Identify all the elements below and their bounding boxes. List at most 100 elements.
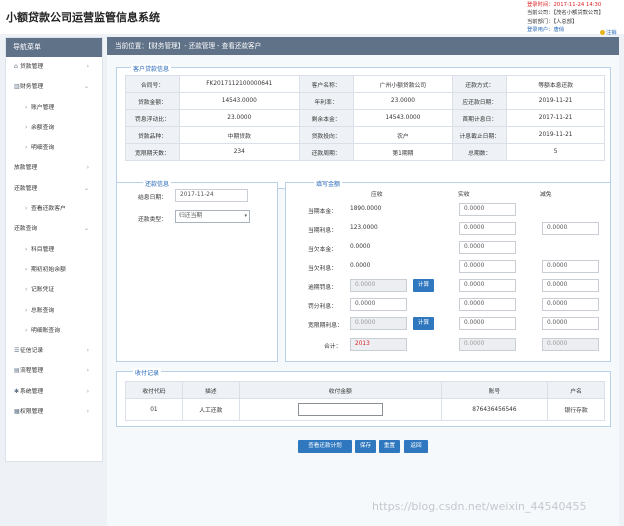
actual-input[interactable]: 0.0000: [459, 241, 516, 254]
view-plan-button[interactable]: 查看还款计划: [298, 440, 352, 453]
amount-row-label: 逾期罚息：: [308, 285, 337, 291]
calculate-button[interactable]: 计算: [413, 279, 434, 292]
due-value: 1890.0000: [350, 206, 382, 212]
field-value: 广州小额贷款公司: [352, 75, 454, 93]
interest-date-input[interactable]: 2017-11-24: [175, 189, 248, 202]
back-button[interactable]: 返回: [404, 440, 428, 453]
field-value: 14543.0000: [178, 92, 300, 110]
amount-row-label: 当期利息：: [308, 228, 337, 234]
sidebar-item-opening-balance[interactable]: › 期初初始余额: [6, 260, 102, 280]
table-row: 贷款金额： 14543.0000 年利率： 23.0000 应还款日期： 2019-11-…: [125, 92, 605, 110]
sidebar-item-label: 期初初始余额: [31, 266, 66, 273]
reset-button[interactable]: 重置: [379, 440, 400, 453]
waive-input[interactable]: 0.0000: [542, 222, 599, 235]
table-row: 罚息浮动比： 23.0000 剩余本金： 14543.0000 首期计息日： 2017-1…: [125, 109, 605, 127]
sidebar-item-credit[interactable]: ☰ 征信记录 ›: [6, 341, 102, 361]
sidebar-item-repay-query[interactable]: 还款查询 ⌄: [6, 219, 102, 239]
table-cell: 876436456546: [440, 398, 549, 421]
chevron-right-icon: ›: [86, 63, 89, 70]
field-value: 2019-11-21: [506, 126, 605, 144]
amount-row-label: 当期本金：: [308, 209, 337, 215]
field-value: FK2017112100000641: [178, 75, 300, 93]
sidebar-item-label: 记账凭证: [31, 287, 55, 294]
column-header: 账号: [440, 381, 549, 399]
sidebar-item-account[interactable]: › 账户管理: [6, 98, 102, 118]
total-due: 2013: [350, 338, 407, 351]
chevron-right-icon: ›: [86, 347, 89, 355]
waive-input[interactable]: 0.0000: [542, 298, 599, 311]
sidebar-item-label: 查看还款客户: [31, 206, 66, 213]
payment-record-panel: 收付记录 收付代码 描述 收付金额 账号 户名 01 人工还款 876436456546 银行…: [116, 368, 611, 427]
sidebar-item-permission[interactable]: ▦ 权限管理 ›: [6, 402, 102, 422]
repay-type-value: 归还当期: [179, 213, 203, 219]
actual-input[interactable]: 0.0000: [459, 317, 516, 330]
sidebar-item-balance[interactable]: › 余额查询: [6, 118, 102, 138]
grid-icon: ▦: [14, 408, 20, 416]
waive-input[interactable]: 0.0000: [542, 317, 599, 330]
actual-input[interactable]: 0.0000: [459, 298, 516, 311]
save-button[interactable]: 保存: [355, 440, 376, 453]
sidebar-item-workflow[interactable]: ▤ 流程管理 ›: [6, 361, 102, 381]
sidebar-item-ledger[interactable]: › 总账查询: [6, 301, 102, 321]
repay-type-select[interactable]: 归还当期 ▾: [175, 210, 250, 223]
sidebar-item-label: 总账查询: [31, 307, 55, 314]
field-value: 23.0000: [352, 92, 454, 110]
table-row: 合同号： FK2017112100000641 客户名称： 广州小额贷款公司 还款方式：…: [125, 75, 605, 93]
sidebar-item-detail-ledger[interactable]: › 明细账查询: [6, 321, 102, 341]
chevron-right-icon: ›: [86, 387, 89, 395]
field-label: 合同号：: [125, 75, 180, 93]
sidebar-item-subject[interactable]: › 科目管理: [6, 240, 102, 260]
sidebar-item-view-customers[interactable]: › 查看还款客户: [6, 199, 102, 219]
bar-chart-icon: ▥: [14, 83, 20, 91]
field-value: 5: [506, 143, 605, 161]
due-input: 0.0000: [350, 279, 407, 292]
payment-amount-input[interactable]: [297, 403, 383, 416]
total-waive: 0.0000: [542, 338, 599, 351]
table-header-row: 收付代码 描述 收付金额 账号 户名: [125, 381, 605, 399]
header-info: 登录时间：2017-11-24 14:30 当前公司：【茂名小额贷款公司】 当前…: [527, 1, 604, 34]
actual-input[interactable]: 0.0000: [459, 203, 516, 216]
amount-panel: 填写金额 应收 实收 减免 当期本金： 1890.0000 0.0000 当期利息： 1…: [285, 179, 611, 362]
sidebar-item-finance[interactable]: ▥ 财务管理 ⌄: [6, 77, 102, 97]
due-input[interactable]: 0.0000: [350, 298, 407, 311]
main-content: 当前位置：【财务管理】- 还款管理 - 查看还款客户 客户贷款信息 合同号： FK…: [107, 37, 619, 526]
actual-input[interactable]: 0.0000: [459, 279, 516, 292]
column-header: 描述: [181, 381, 240, 399]
sidebar-item-system[interactable]: ✱ 系统管理 ›: [6, 382, 102, 402]
field-label: 宽限期天数：: [125, 143, 180, 161]
gear-icon: ✱: [14, 387, 20, 395]
field-label: 贷款金额：: [125, 92, 180, 110]
sidebar-item-detail[interactable]: › 明细查询: [6, 138, 102, 158]
logout-icon: [600, 30, 605, 35]
field-label: 贷款投向：: [298, 126, 354, 144]
sidebar-item-loan[interactable]: ⌂ 贷款管理 ›: [6, 57, 102, 77]
customer-loan-legend: 客户贷款信息: [131, 64, 172, 73]
col-due-header: 应收: [371, 192, 383, 198]
calculate-button[interactable]: 计算: [413, 317, 434, 330]
sidebar-item-disbursement[interactable]: 放款管理 ›: [6, 158, 102, 178]
sidebar-item-label: 明细账查询: [31, 327, 60, 334]
waive-input[interactable]: 0.0000: [542, 279, 599, 292]
field-value: 第1期期: [352, 143, 454, 161]
chevron-down-icon: ⌄: [83, 184, 89, 192]
table-cell: 人工还款: [181, 398, 240, 421]
sidebar: 导航菜单 ⌂ 贷款管理 › ▥ 财务管理 ⌄ › 账户管理 › 余额查询 › 明细查询 放款管…: [5, 37, 103, 462]
table-row: 01 人工还款 876436456546 银行存款: [125, 398, 605, 421]
column-header: 户名: [547, 381, 605, 399]
sidebar-item-repayment[interactable]: 还款管理 ⌄: [6, 179, 102, 199]
sidebar-item-label: 贷款管理: [20, 64, 44, 70]
sidebar-item-label: 系统管理: [20, 388, 44, 395]
breadcrumb: 当前位置：【财务管理】- 还款管理 - 查看还款客户: [107, 37, 619, 55]
sidebar-item-label: 征信记录: [20, 348, 44, 355]
logout-link[interactable]: 注销: [600, 28, 617, 36]
chevron-down-icon: ⌄: [83, 225, 89, 233]
actual-input[interactable]: 0.0000: [459, 222, 516, 235]
col-actual-header: 实收: [458, 192, 470, 198]
sidebar-item-label: 权限管理: [20, 409, 44, 416]
current-department: 当前部门：【人总部】: [527, 18, 578, 25]
waive-input[interactable]: 0.0000: [542, 260, 599, 273]
sidebar-item-voucher[interactable]: › 记账凭证: [6, 280, 102, 300]
actual-input[interactable]: 0.0000: [459, 260, 516, 273]
list-icon: ☰: [14, 347, 20, 355]
amount-cell: [238, 398, 442, 421]
